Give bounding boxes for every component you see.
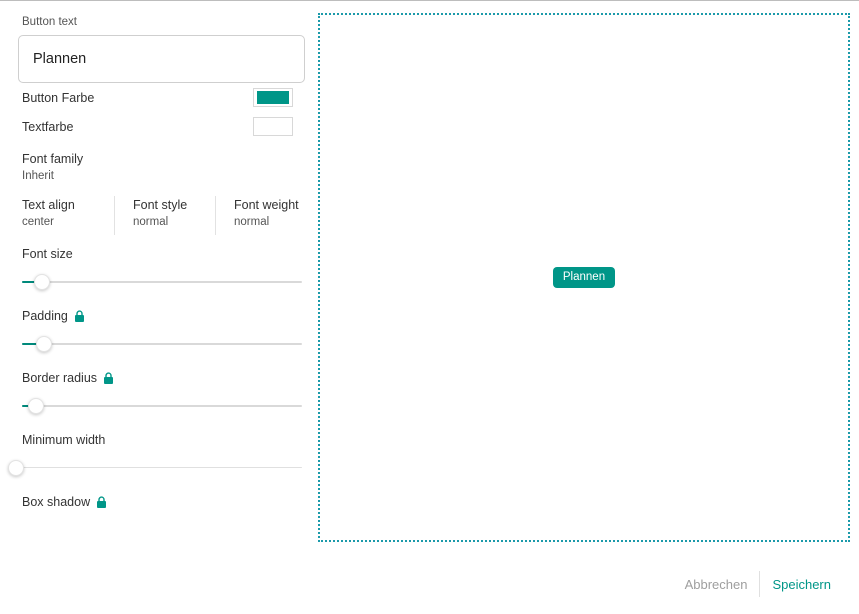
- button-color-chip: [257, 91, 289, 104]
- button-text-input[interactable]: [18, 35, 305, 83]
- font-size-control: Font size: [0, 235, 310, 297]
- minimum-width-slider[interactable]: [8, 453, 302, 483]
- border-radius-track[interactable]: [22, 405, 302, 407]
- text-align-control[interactable]: Text align center: [22, 196, 114, 235]
- font-style-value: normal: [133, 216, 169, 228]
- preview-button[interactable]: Plannen: [552, 267, 616, 288]
- border-radius-lock-icon[interactable]: [103, 371, 114, 385]
- save-button[interactable]: Speichern: [760, 571, 843, 598]
- box-shadow-label: Box shadow: [22, 495, 91, 509]
- border-radius-thumb[interactable]: [28, 398, 44, 414]
- minimum-width-track[interactable]: [16, 467, 302, 468]
- border-radius-label: Border radius: [22, 371, 98, 385]
- box-shadow-lock-icon[interactable]: [96, 495, 107, 509]
- border-radius-header: Border radius: [0, 369, 310, 387]
- font-size-slider[interactable]: [22, 267, 302, 297]
- font-size-label: Font size: [22, 247, 73, 261]
- minimum-width-thumb[interactable]: [8, 460, 24, 476]
- padding-thumb[interactable]: [36, 336, 53, 352]
- padding-slider[interactable]: [22, 329, 302, 359]
- box-shadow-control: Box shadow: [0, 483, 310, 511]
- cancel-button[interactable]: Abbrechen: [673, 571, 760, 598]
- text-color-row[interactable]: Textfarbe: [0, 112, 310, 141]
- button-text-label: Button text: [22, 16, 77, 28]
- typography-row: Text align center Font style normal Font…: [22, 196, 299, 235]
- minimum-width-header: Minimum width: [0, 431, 310, 449]
- button-style-editor: Button text Button Farbe Textfarbe Font …: [0, 1, 859, 553]
- dialog-footer: Abbrechen Speichern: [0, 554, 859, 614]
- font-size-header: Font size: [0, 245, 310, 263]
- button-color-swatch[interactable]: [253, 88, 293, 107]
- border-radius-control: Border radius: [0, 359, 310, 421]
- text-align-value: center: [22, 216, 54, 228]
- font-weight-value: normal: [234, 216, 270, 228]
- text-align-label: Text align: [22, 198, 75, 212]
- minimum-width-control: Minimum width: [0, 421, 310, 483]
- preview-canvas: Plannen: [318, 13, 850, 542]
- font-style-control[interactable]: Font style normal: [114, 196, 215, 235]
- text-color-swatch[interactable]: [253, 117, 293, 136]
- button-color-label: Button Farbe: [22, 90, 95, 105]
- font-family-control[interactable]: Font family Inherit: [0, 141, 310, 184]
- text-color-label: Textfarbe: [22, 119, 74, 134]
- padding-header: Padding: [0, 307, 310, 325]
- button-color-row[interactable]: Button Farbe: [0, 83, 310, 112]
- padding-track[interactable]: [22, 343, 302, 345]
- padding-label: Padding: [22, 309, 68, 323]
- font-family-value: Inherit: [22, 170, 54, 182]
- font-family-label: Font family: [22, 152, 84, 166]
- minimum-width-label: Minimum width: [22, 433, 106, 447]
- border-radius-slider[interactable]: [22, 391, 302, 421]
- font-style-label: Font style: [133, 198, 188, 212]
- font-weight-label: Font weight: [234, 198, 299, 212]
- padding-lock-icon[interactable]: [74, 309, 85, 323]
- box-shadow-header: Box shadow: [0, 493, 310, 511]
- controls-panel: Button text Button Farbe Textfarbe Font …: [0, 1, 310, 511]
- font-size-track[interactable]: [22, 281, 302, 283]
- padding-control: Padding: [0, 297, 310, 359]
- text-color-chip: [257, 120, 289, 133]
- font-size-thumb[interactable]: [33, 274, 50, 290]
